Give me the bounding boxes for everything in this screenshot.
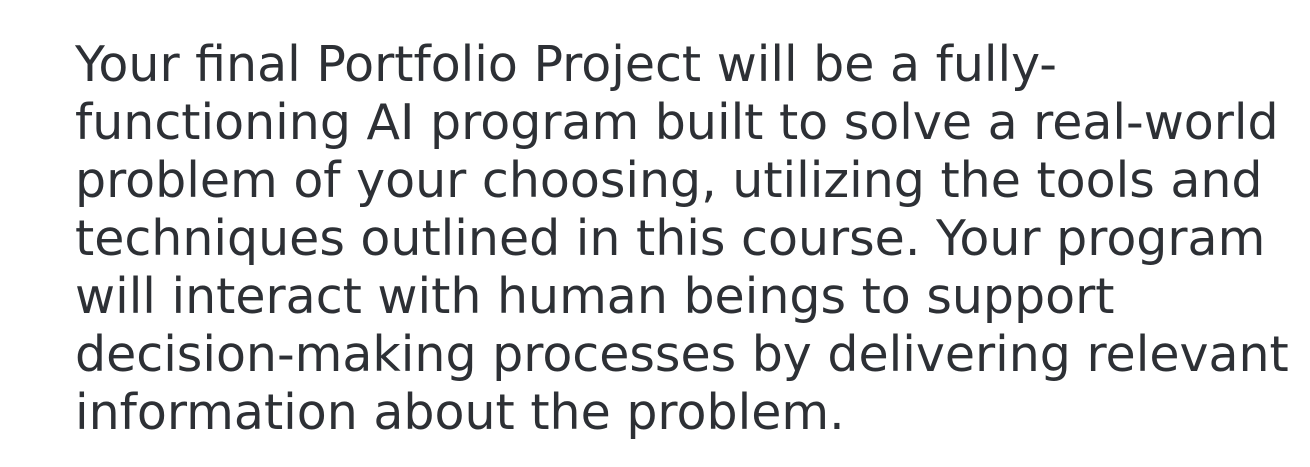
paragraph-line: will interact with human beings to suppo… (75, 268, 1115, 325)
paragraph-line: information about the problem. (75, 384, 845, 441)
content-area: Your final Portfolio Project will be a f… (75, 36, 1290, 442)
paragraph-line: functioning AI program built to solve a … (75, 94, 1279, 151)
paragraph-line: problem of your choosing, utilizing the … (75, 152, 1263, 209)
paragraph-line: decision-making processes by delivering … (75, 326, 1289, 383)
paragraph-line: Your final Portfolio Project will be a f… (75, 36, 1057, 93)
portfolio-project-description: Your final Portfolio Project will be a f… (75, 36, 1290, 442)
paragraph-line: techniques outlined in this course. Your… (75, 210, 1266, 267)
